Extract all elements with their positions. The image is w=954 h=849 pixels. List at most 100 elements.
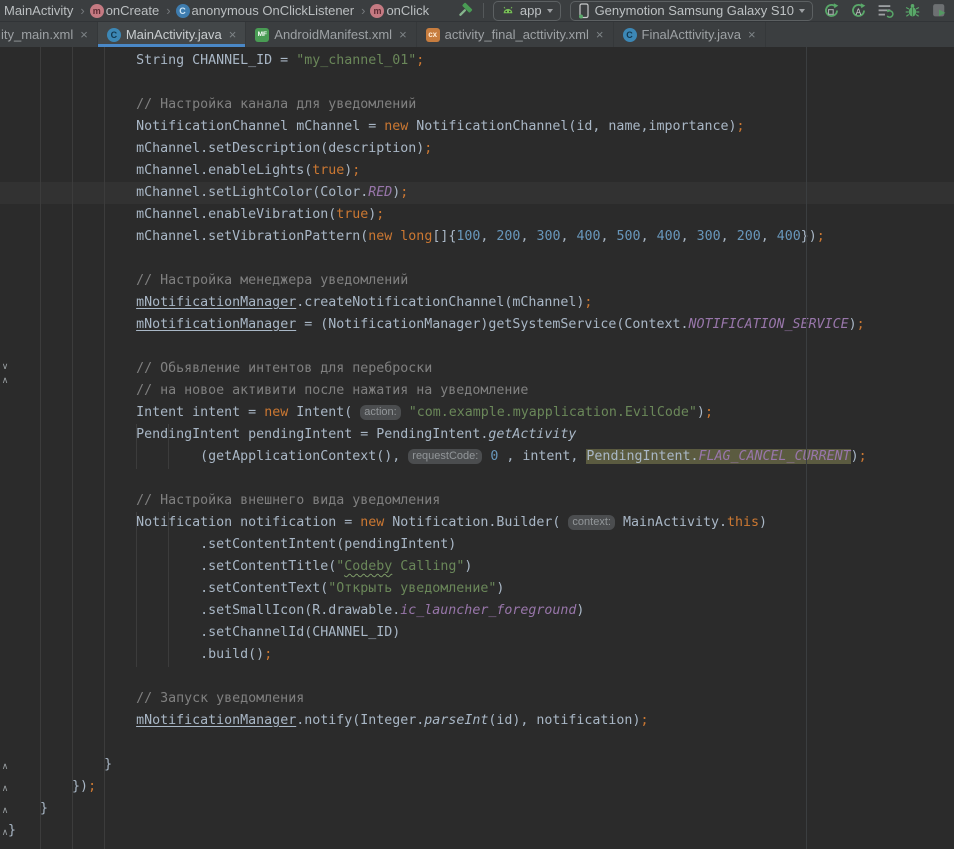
tab-AndroidManifest.xml[interactable]: MFAndroidManifest.xml× (246, 22, 416, 47)
code-line[interactable]: // Настройка канала для уведомлений (0, 94, 954, 116)
code-line[interactable]: (getApplicationContext(), requestCode: 0… (0, 446, 954, 468)
code-line[interactable]: mChannel.setLightColor(Color.RED); (0, 182, 954, 204)
code-line[interactable]: mChannel.enableVibration(true); (0, 204, 954, 226)
rerun-activity-icon[interactable] (822, 2, 840, 20)
toolbar-separator (483, 3, 484, 18)
code-line[interactable]: mChannel.setDescription(description); (0, 138, 954, 160)
code-line[interactable]: .build(); (0, 644, 954, 666)
breadcrumb-item[interactable]: MainActivity (4, 3, 73, 18)
code-line[interactable]: // Настройка внешнего вида уведомления (0, 490, 954, 512)
device-label: Genymotion Samsung Galaxy S10 (595, 3, 794, 18)
code-segment: , (601, 229, 617, 244)
code-line[interactable]: .setContentTitle("Codeby Calling") (0, 556, 954, 578)
code-segment: .createNotificationChannel(mChannel) (296, 295, 584, 310)
toolbar-right: app Genymotion Samsung Galaxy S10 (456, 1, 948, 21)
code-line[interactable]: PendingIntent pendingIntent = PendingInt… (0, 424, 954, 446)
code-line[interactable]: mNotificationManager = (NotificationMana… (0, 314, 954, 336)
tab-label: ity_main.xml (1, 27, 73, 42)
tab-ity_main.xml[interactable]: ity_main.xml × (0, 22, 98, 47)
code-segment: 100 (456, 229, 480, 244)
code-segment: ; (352, 163, 360, 178)
tab-FinalActtivity.java[interactable]: CFinalActtivity.java× (614, 22, 766, 47)
fold-marker-icon[interactable]: ∧ (0, 785, 10, 794)
code-segment: 200 (496, 229, 520, 244)
breadcrumb-item[interactable]: anonymous OnClickListener (192, 3, 355, 18)
code-line[interactable]: } (0, 820, 954, 842)
code-line[interactable]: }); (0, 776, 954, 798)
code-line[interactable]: } (0, 798, 954, 820)
debug-icon[interactable] (903, 2, 921, 20)
code-segment: ; (376, 207, 384, 222)
code-line[interactable]: .setChannelId(CHANNEL_ID) (0, 622, 954, 644)
run-configuration-selector[interactable]: app (493, 1, 561, 21)
code-segment: ) (759, 515, 767, 530)
device-selector[interactable]: Genymotion Samsung Galaxy S10 (570, 1, 813, 21)
profiler-icon[interactable] (930, 2, 948, 20)
code-line[interactable]: // Запуск уведомления (0, 688, 954, 710)
breadcrumb-item[interactable]: onClick (386, 3, 429, 18)
code-line[interactable]: String CHANNEL_ID = "my_channel_01"; (0, 50, 954, 72)
code-line[interactable] (0, 336, 954, 358)
close-icon[interactable]: × (229, 28, 237, 41)
code-line[interactable] (0, 468, 954, 490)
code-line[interactable] (0, 72, 954, 94)
code-segment: mChannel.setVibrationPattern( (8, 229, 368, 244)
code-segment: // Обьявление интентов для переброски (8, 361, 432, 376)
code-line[interactable] (0, 666, 954, 688)
code-line[interactable]: // на новое активити после нажатия на ув… (0, 380, 954, 402)
code-line[interactable]: mChannel.enableLights(true); (0, 160, 954, 182)
code-line[interactable]: // Настройка менеджера уведомлений (0, 270, 954, 292)
close-icon[interactable]: × (596, 28, 604, 41)
code-segment: long (400, 229, 432, 244)
code-line[interactable]: NotificationChannel mChannel = new Notif… (0, 116, 954, 138)
code-line[interactable] (0, 732, 954, 754)
code-line[interactable]: .setContentIntent(pendingIntent) (0, 534, 954, 556)
code-segment: mChannel.enableLights( (8, 163, 312, 178)
code-line[interactable]: .setSmallIcon(R.drawable.ic_launcher_for… (0, 600, 954, 622)
close-icon[interactable]: × (80, 28, 88, 41)
code-segment: Intent intent = (8, 405, 264, 420)
fold-marker-icon[interactable]: ∧ (0, 829, 10, 838)
code-segment: PendingIntent pendingIntent = PendingInt… (8, 427, 488, 442)
tab-MainActivity.java[interactable]: CMainActivity.java× (98, 22, 246, 47)
code-line[interactable]: } (0, 754, 954, 776)
breadcrumb-item[interactable]: onCreate (106, 3, 159, 18)
code-segment: ; (817, 229, 825, 244)
code-line[interactable]: Intent intent = new Intent( action: "com… (0, 402, 954, 424)
code-line[interactable]: .setContentText("Открыть уведомление") (0, 578, 954, 600)
code-segment: .build() (8, 647, 264, 662)
close-icon[interactable]: × (399, 28, 407, 41)
code-segment: , (681, 229, 697, 244)
fold-marker-icon[interactable]: ∨ (0, 363, 10, 372)
code-segment: // Запуск уведомления (8, 691, 304, 706)
run-configuration-label: app (520, 3, 542, 18)
code-line[interactable]: mChannel.setVibrationPattern(new long[]{… (0, 226, 954, 248)
code-segment: ; (264, 647, 272, 662)
breadcrumb-separator-icon: › (80, 3, 84, 18)
code-segment: ) (851, 449, 859, 464)
fold-marker-icon[interactable]: ∧ (0, 807, 10, 816)
fold-marker-icon[interactable]: ∧ (0, 377, 10, 386)
code-editor[interactable]: String CHANNEL_ID = "my_channel_01"; // … (0, 47, 954, 849)
code-line[interactable] (0, 248, 954, 270)
code-line[interactable]: mNotificationManager.createNotificationC… (0, 292, 954, 314)
code-line[interactable]: mNotificationManager.notify(Integer.pars… (0, 710, 954, 732)
code-segment: .setContentIntent(pendingIntent) (8, 537, 456, 552)
svg-text:A: A (855, 8, 861, 18)
code-line[interactable]: Notification notification = new Notifica… (0, 512, 954, 534)
apply-code-changes-icon[interactable]: A (849, 2, 867, 20)
tab-label: AndroidManifest.xml (274, 27, 392, 42)
code-line[interactable]: // Обьявление интентов для переброски (0, 358, 954, 380)
code-segment: String CHANNEL_ID = (8, 53, 296, 68)
chevron-down-icon (547, 9, 553, 13)
build-hammer-icon[interactable] (456, 2, 474, 20)
run-configurations-list-icon[interactable] (876, 2, 894, 20)
tab-activity_final_acttivity.xml[interactable]: cxactivity_final_acttivity.xml× (417, 22, 614, 47)
code-segment: .setContentTitle( (8, 559, 336, 574)
code-segment: , (721, 229, 737, 244)
code-segment: NotificationChannel(id, name,importance) (408, 119, 736, 134)
code-segment: action: (360, 405, 400, 420)
fold-marker-icon[interactable]: ∧ (0, 763, 10, 772)
code-segment: .notify(Integer. (296, 713, 424, 728)
close-icon[interactable]: × (748, 28, 756, 41)
